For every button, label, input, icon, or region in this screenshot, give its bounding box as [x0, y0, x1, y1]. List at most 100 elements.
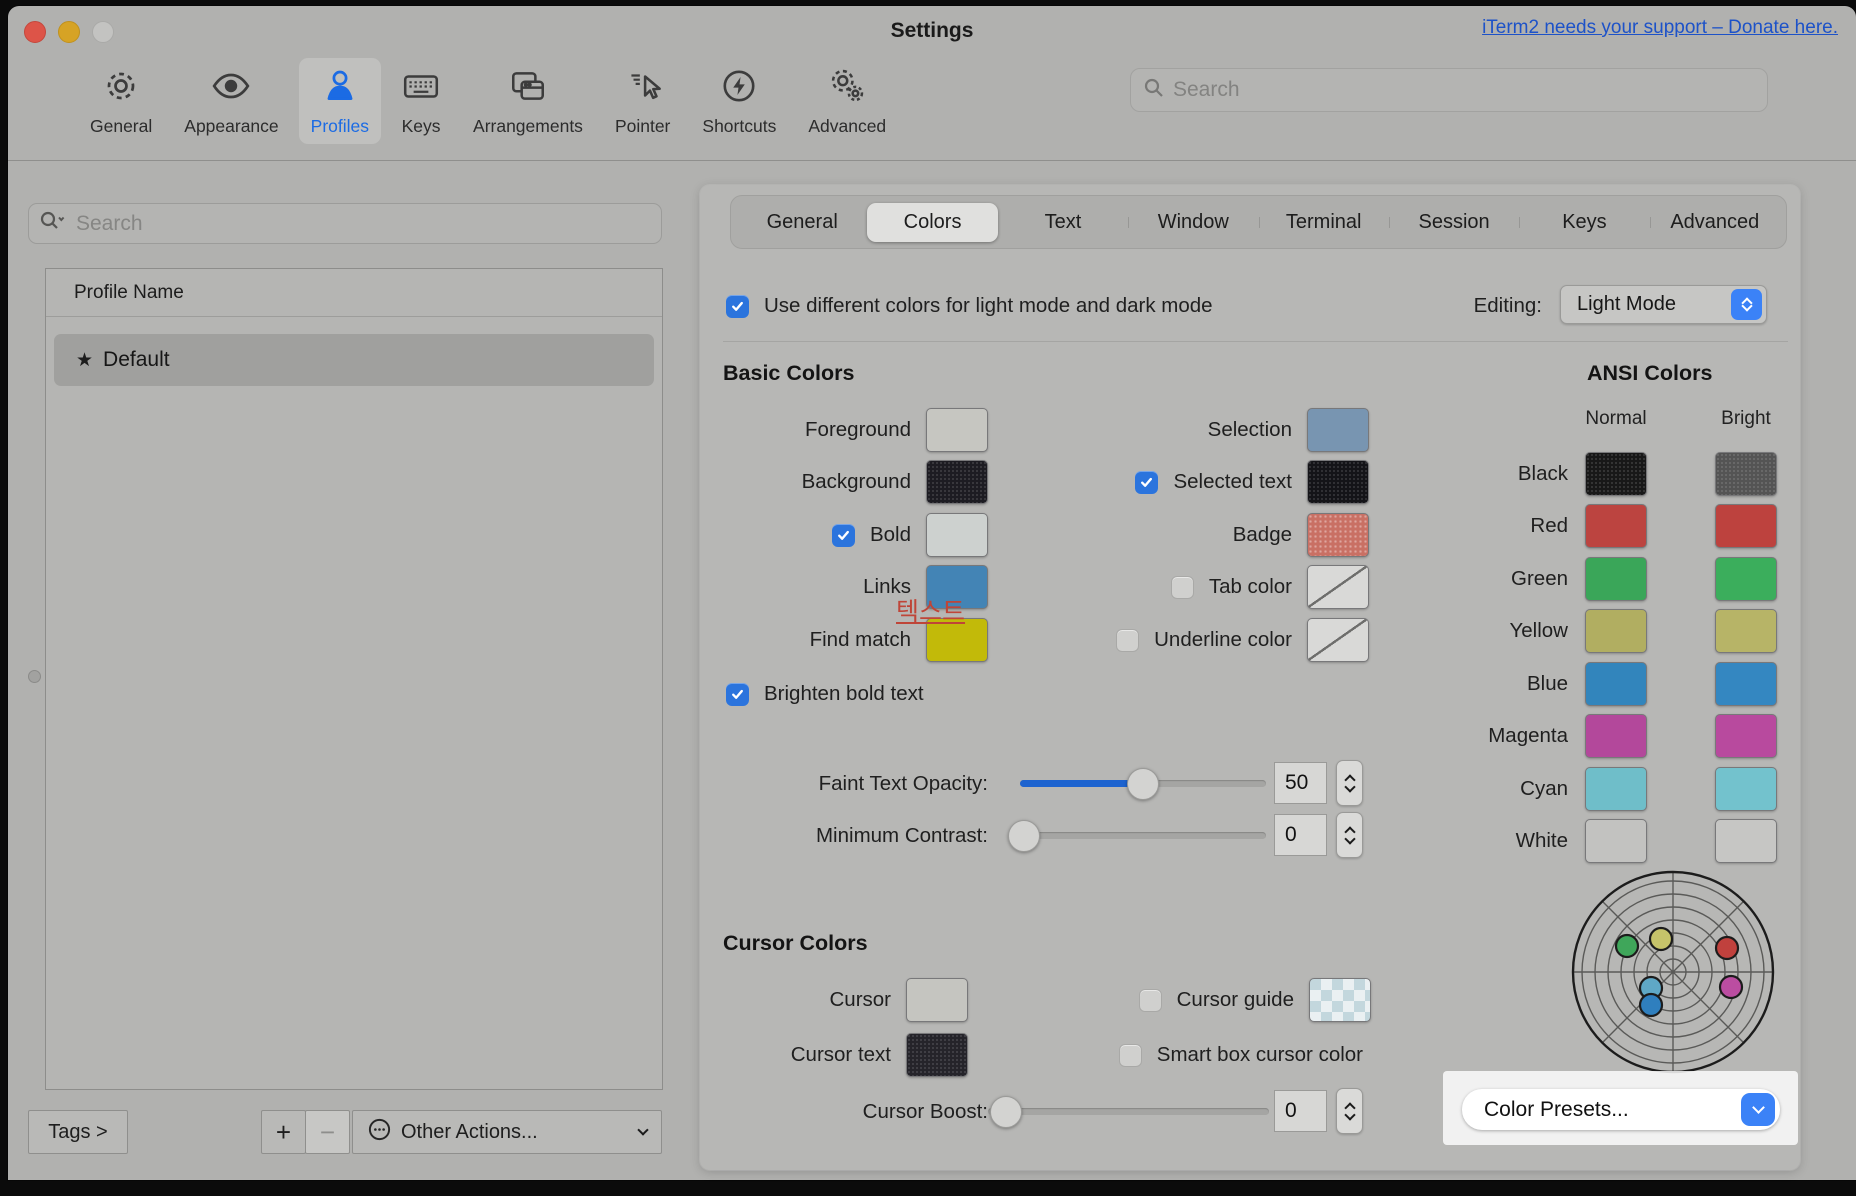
tab-session[interactable]: Session — [1389, 203, 1519, 242]
ansi-red-normal-well[interactable] — [1585, 504, 1647, 548]
ansi-blue-normal-well[interactable] — [1585, 662, 1647, 706]
ansi-magenta-normal-well[interactable] — [1585, 714, 1647, 758]
toolbar-search-field[interactable] — [1130, 68, 1768, 112]
faint-opacity-knob[interactable] — [1127, 768, 1159, 800]
ansi-yellow-normal-well[interactable] — [1585, 609, 1647, 653]
profile-search-input[interactable] — [76, 212, 651, 236]
toolbar-item-label: Keys — [402, 116, 441, 137]
selected-text-checkbox[interactable] — [1135, 471, 1158, 494]
underline-color-checkbox[interactable] — [1116, 629, 1139, 652]
toolbar-item-arrangements[interactable]: Arrangements — [461, 58, 595, 144]
ansi-magenta-bright-well[interactable] — [1715, 714, 1777, 758]
ansi-cyan-bright-well[interactable] — [1715, 767, 1777, 811]
cursor-guide-checkbox[interactable] — [1139, 989, 1162, 1012]
search-filter-icon — [39, 210, 69, 237]
faint-opacity-stepper[interactable] — [1336, 760, 1363, 806]
min-contrast-knob[interactable] — [1008, 820, 1040, 852]
cursor-boost-knob[interactable] — [990, 1096, 1022, 1128]
ansi-row-white: White — [1388, 818, 1777, 864]
bold-color-well[interactable] — [926, 513, 988, 557]
foreground-color-well[interactable] — [926, 408, 988, 452]
ansi-bright-header: Bright — [1684, 408, 1808, 430]
faint-opacity-value[interactable] — [1274, 762, 1327, 804]
toolbar-item-appearance[interactable]: Appearance — [172, 58, 290, 144]
cursor-text-color-well[interactable] — [906, 1033, 968, 1077]
ansi-blue-bright-well[interactable] — [1715, 662, 1777, 706]
red-annotation-text: 텍스트 — [896, 592, 965, 628]
tab-color-checkbox[interactable] — [1171, 576, 1194, 599]
smart-box-checkbox[interactable] — [1119, 1044, 1142, 1067]
badge-color-well[interactable] — [1307, 513, 1369, 557]
window-edge-dot — [28, 670, 41, 683]
profile-search-field[interactable] — [28, 203, 662, 244]
min-contrast-slider[interactable] — [1020, 832, 1266, 839]
tab-terminal[interactable]: Terminal — [1259, 203, 1389, 242]
ansi-black-normal-well[interactable] — [1585, 452, 1647, 496]
toolbar-item-pointer[interactable]: Pointer — [603, 58, 682, 144]
brighten-bold-checkbox[interactable] — [726, 683, 749, 706]
profile-settings-panel: General Colors Text Window Terminal Sess… — [700, 185, 1800, 1170]
use-different-colors-checkbox[interactable] — [726, 295, 749, 318]
ansi-red-bright-well[interactable] — [1715, 504, 1777, 548]
toolbar-item-label: Arrangements — [473, 116, 583, 137]
ansi-yellow-bright-well[interactable] — [1715, 609, 1777, 653]
ansi-cyan-normal-well[interactable] — [1585, 767, 1647, 811]
ansi-black-bright-well[interactable] — [1715, 452, 1777, 496]
gear-icon — [101, 66, 141, 111]
bold-label: Bold — [870, 523, 911, 547]
underline-color-row: Underline color — [1116, 617, 1369, 663]
profile-row-default[interactable]: ★ Default — [54, 334, 654, 386]
profile-name: Default — [103, 348, 170, 372]
toolbar-item-profiles[interactable]: Profiles — [299, 58, 381, 144]
tab-text[interactable]: Text — [998, 203, 1128, 242]
cursor-colors-title: Cursor Colors — [723, 931, 868, 956]
donate-link[interactable]: iTerm2 needs your support – Donate here. — [1482, 17, 1838, 39]
ansi-white-normal-well[interactable] — [1585, 819, 1647, 863]
toolbar-item-keys[interactable]: Keys — [389, 58, 453, 144]
editing-label: Editing: — [1448, 294, 1542, 318]
cursor-guide-color-well[interactable] — [1309, 978, 1371, 1022]
tab-color-row: Tab color — [1171, 564, 1369, 610]
cursor-boost-label: Cursor Boost: — [863, 1089, 988, 1135]
settings-window: Settings iTerm2 needs your support – Don… — [8, 6, 1856, 1180]
ansi-green-normal-well[interactable] — [1585, 557, 1647, 601]
remove-profile-button[interactable]: − — [305, 1110, 350, 1154]
background-color-well[interactable] — [926, 460, 988, 504]
tab-color-well[interactable] — [1307, 565, 1369, 609]
use-different-colors-row: Use different colors for light mode and … — [726, 283, 1213, 329]
tags-button[interactable]: Tags > — [28, 1110, 128, 1154]
min-contrast-stepper[interactable] — [1336, 812, 1363, 858]
tab-general[interactable]: General — [737, 203, 867, 242]
ansi-white-bright-well[interactable] — [1715, 819, 1777, 863]
underline-color-well[interactable] — [1307, 618, 1369, 662]
faint-opacity-label: Faint Text Opacity: — [819, 761, 988, 807]
cursor-color-well[interactable] — [906, 978, 968, 1022]
color-presets-dropdown[interactable]: Color Presets... — [1462, 1089, 1780, 1130]
tab-window[interactable]: Window — [1128, 203, 1258, 242]
cursor-boost-value[interactable] — [1274, 1090, 1327, 1132]
min-contrast-value[interactable] — [1274, 814, 1327, 856]
toolbar-item-label: Shortcuts — [702, 116, 776, 137]
other-actions-button[interactable]: Other Actions... — [352, 1110, 662, 1154]
toolbar-item-general[interactable]: General — [78, 58, 164, 144]
ansi-row-red: Red — [1388, 503, 1777, 549]
tab-colors[interactable]: Colors — [867, 203, 997, 242]
tab-keys[interactable]: Keys — [1519, 203, 1649, 242]
foreground-label: Foreground — [805, 418, 911, 442]
cursor-boost-slider[interactable] — [988, 1108, 1269, 1115]
cursor-boost-stepper[interactable] — [1336, 1088, 1363, 1134]
profiles-table-header: Profile Name — [46, 269, 662, 317]
add-profile-button[interactable]: + — [261, 1110, 306, 1154]
tab-advanced[interactable]: Advanced — [1650, 203, 1780, 242]
toolbar-item-shortcuts[interactable]: Shortcuts — [690, 58, 788, 144]
star-icon: ★ — [76, 349, 93, 372]
selected-text-color-well[interactable] — [1307, 460, 1369, 504]
editing-mode-dropdown[interactable]: Light Mode — [1560, 285, 1767, 324]
search-input[interactable] — [1173, 78, 1755, 102]
selection-color-well[interactable] — [1307, 408, 1369, 452]
toolbar-item-advanced[interactable]: Advanced — [796, 58, 898, 144]
ansi-green-bright-well[interactable] — [1715, 557, 1777, 601]
search-icon — [1143, 77, 1165, 104]
bold-checkbox[interactable] — [832, 524, 855, 547]
toolbar-item-label: Pointer — [615, 116, 670, 137]
